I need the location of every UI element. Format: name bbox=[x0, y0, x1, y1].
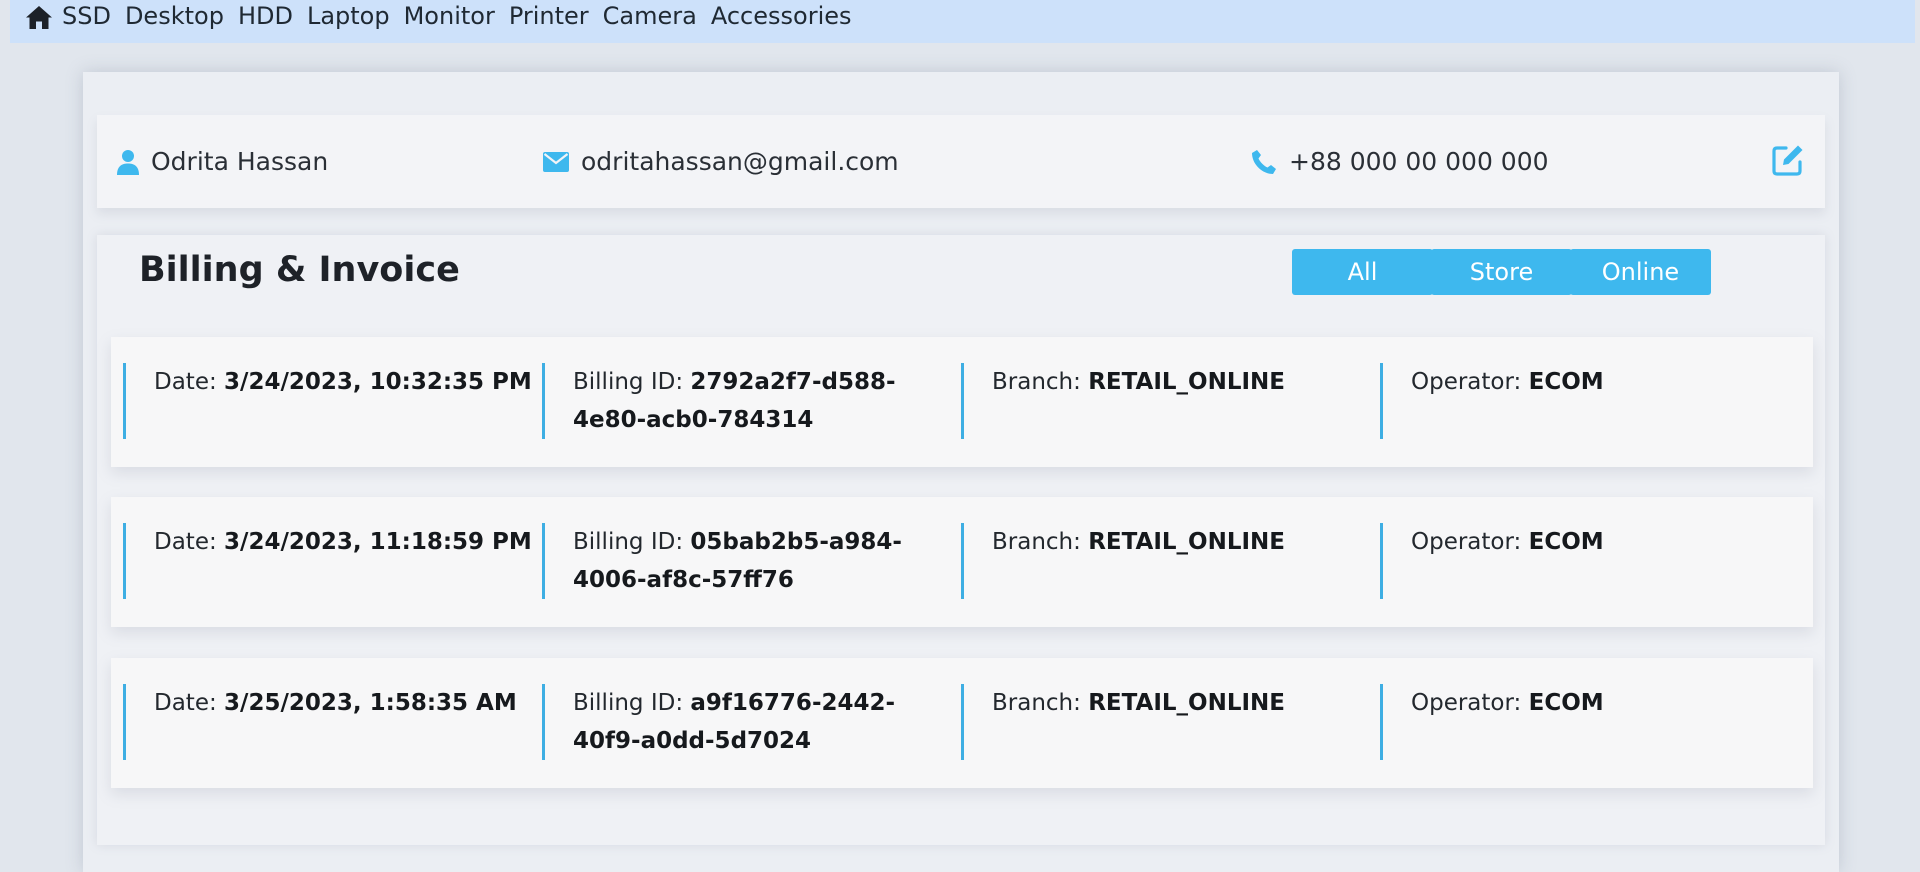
billing-date-cell: Date: 3/24/2023, 11:18:59 PM bbox=[123, 523, 532, 599]
billing-record-row[interactable]: Date: 3/25/2023, 1:58:35 AM Billing ID: … bbox=[111, 658, 1813, 788]
billing-date-value: 3/24/2023, 11:18:59 PM bbox=[224, 529, 532, 555]
billing-title: Billing & Invoice bbox=[139, 250, 460, 290]
phone-icon bbox=[1251, 149, 1277, 175]
billing-branch-cell: Branch: RETAIL_ONLINE bbox=[961, 363, 1285, 439]
billing-operator-cell: Operator: ECOM bbox=[1380, 523, 1604, 599]
filter-all-button[interactable]: All bbox=[1292, 249, 1433, 295]
top-navigation: SSD Desktop HDD Laptop Monitor Printer C… bbox=[10, 0, 1915, 43]
user-icon bbox=[117, 149, 139, 175]
billing-date-value: 3/24/2023, 10:32:35 PM bbox=[224, 369, 532, 395]
profile-name-field: Odrita Hassan bbox=[117, 115, 328, 208]
edit-icon[interactable] bbox=[1771, 143, 1805, 177]
envelope-icon bbox=[543, 151, 569, 172]
billing-branch-cell: Branch: RETAIL_ONLINE bbox=[961, 523, 1285, 599]
billing-date-cell: Date: 3/24/2023, 10:32:35 PM bbox=[123, 363, 532, 439]
billing-operator-cell: Operator: ECOM bbox=[1380, 684, 1604, 760]
profile-bar: Odrita Hassan odritahassan@gmail.com +88… bbox=[97, 115, 1825, 208]
nav-item-desktop[interactable]: Desktop bbox=[125, 2, 224, 30]
account-panel: Odrita Hassan odritahassan@gmail.com +88… bbox=[83, 72, 1839, 872]
profile-phone: +88 000 00 000 000 bbox=[1289, 147, 1549, 176]
billing-id-value: 05bab2b5-a984- bbox=[690, 529, 902, 555]
home-icon[interactable] bbox=[24, 2, 54, 32]
billing-date-value: 3/25/2023, 1:58:35 AM bbox=[224, 690, 517, 716]
profile-email: odritahassan@gmail.com bbox=[581, 147, 899, 176]
nav-item-printer[interactable]: Printer bbox=[509, 2, 589, 30]
filter-online-button[interactable]: Online bbox=[1570, 249, 1711, 295]
billing-id-value-cont: 40f9-a0dd-5d7024 bbox=[573, 728, 812, 754]
billing-record-row[interactable]: Date: 3/24/2023, 11:18:59 PM Billing ID:… bbox=[111, 497, 1813, 627]
nav-item-camera[interactable]: Camera bbox=[603, 2, 697, 30]
billing-operator-value: ECOM bbox=[1528, 690, 1604, 716]
filter-store-button[interactable]: Store bbox=[1431, 249, 1572, 295]
billing-id-value-cont: 4e80-acb0-784314 bbox=[573, 407, 814, 433]
nav-item-accessories[interactable]: Accessories bbox=[711, 2, 852, 30]
billing-id-cell: Billing ID: a9f16776-2442- 40f9-a0dd-5d7… bbox=[542, 684, 895, 760]
billing-branch-value: RETAIL_ONLINE bbox=[1088, 369, 1286, 395]
billing-id-value: 2792a2f7-d588- bbox=[690, 369, 896, 395]
nav-item-hdd[interactable]: HDD bbox=[238, 2, 293, 30]
profile-phone-field: +88 000 00 000 000 bbox=[1251, 115, 1549, 208]
billing-id-value-cont: 4006-af8c-57ff76 bbox=[573, 567, 794, 593]
billing-invoice-card: Billing & Invoice All Store Online Date:… bbox=[97, 235, 1825, 845]
nav-item-monitor[interactable]: Monitor bbox=[404, 2, 495, 30]
billing-id-cell: Billing ID: 2792a2f7-d588- 4e80-acb0-784… bbox=[542, 363, 896, 439]
nav-item-laptop[interactable]: Laptop bbox=[307, 2, 390, 30]
billing-operator-cell: Operator: ECOM bbox=[1380, 363, 1604, 439]
profile-name: Odrita Hassan bbox=[151, 147, 329, 176]
billing-operator-value: ECOM bbox=[1528, 529, 1604, 555]
billing-date-cell: Date: 3/25/2023, 1:58:35 AM bbox=[123, 684, 517, 760]
billing-record-row[interactable]: Date: 3/24/2023, 10:32:35 PM Billing ID:… bbox=[111, 337, 1813, 467]
billing-branch-cell: Branch: RETAIL_ONLINE bbox=[961, 684, 1285, 760]
nav-item-ssd[interactable]: SSD bbox=[62, 2, 111, 30]
billing-branch-value: RETAIL_ONLINE bbox=[1088, 529, 1286, 555]
profile-email-field: odritahassan@gmail.com bbox=[543, 115, 899, 208]
billing-id-cell: Billing ID: 05bab2b5-a984- 4006-af8c-57f… bbox=[542, 523, 902, 599]
billing-operator-value: ECOM bbox=[1528, 369, 1604, 395]
billing-branch-value: RETAIL_ONLINE bbox=[1088, 690, 1286, 716]
billing-id-value: a9f16776-2442- bbox=[690, 690, 896, 716]
